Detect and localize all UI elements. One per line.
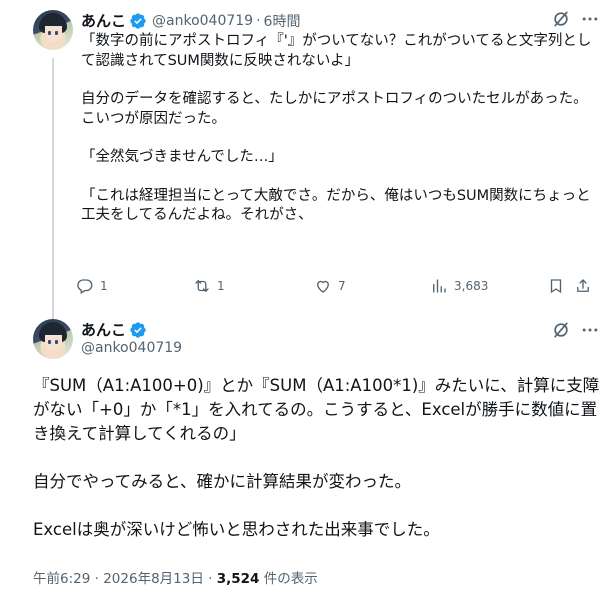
- tweet-paragraph: Excelは奥が深いけど怖いと思わされた出来事でした。: [33, 520, 440, 539]
- display-name[interactable]: あんこ: [81, 10, 126, 31]
- handle[interactable]: @anko040719: [152, 13, 253, 29]
- views-icon: [433, 279, 446, 293]
- more-icon[interactable]: [580, 320, 600, 340]
- tweet-meta: 午前6:29 · 2026年8月13日 · 3,524 件の表示: [33, 567, 318, 587]
- retweet-icon: [195, 280, 209, 292]
- avatar-eye: [55, 31, 58, 35]
- post-time[interactable]: 午前6:29: [33, 571, 90, 587]
- share-button[interactable]: [574, 277, 592, 295]
- separator-dot: ·: [208, 571, 213, 587]
- reply-button[interactable]: 1: [76, 277, 108, 295]
- tweet-text: 『SUM（A1:A100+0)』とか『SUM（A1:A100*1)』みたいに、計…: [33, 374, 603, 542]
- tweet-paragraph: 「これは経理担当にとって大敵でさ。だから、俺はいつもSUM関数にちょっと工夫をし…: [81, 187, 591, 224]
- tweet-paragraph: 『SUM（A1:A100+0)』とか『SUM（A1:A100*1)』みたいに、計…: [33, 376, 600, 443]
- post-date[interactable]: 2026年8月13日: [103, 571, 204, 587]
- view-count: 3,524: [216, 571, 260, 587]
- tweet-header: あんこ: [81, 319, 147, 340]
- separator-dot: ·: [94, 571, 99, 587]
- like-button[interactable]: 7: [314, 277, 346, 295]
- avatar-eye: [48, 340, 51, 344]
- tweet-actions: 1 1 7 3,683: [76, 276, 596, 296]
- verified-badge-icon: [130, 321, 146, 338]
- avatar[interactable]: [33, 10, 73, 50]
- tweet-paragraph: 自分のデータを確認すると、たしかにアポストロフィのついたセルがあった。 こいつが…: [81, 91, 588, 127]
- views-button[interactable]: 3,683: [430, 277, 488, 295]
- timestamp[interactable]: 6時間: [264, 11, 301, 31]
- tweet-header: あんこ @anko040719 · 6時間: [81, 10, 300, 31]
- bookmark-button[interactable]: [547, 277, 565, 295]
- like-icon: [317, 280, 329, 293]
- retweet-count: 1: [217, 279, 225, 293]
- avatar-eye: [55, 340, 58, 344]
- tweet-paragraph: 「数字の前にアポストロフィ『'』がついてない？これがついてると文字列として認識さ…: [81, 33, 592, 69]
- bookmark-icon: [550, 279, 562, 294]
- more-icon[interactable]: [580, 9, 600, 29]
- handle[interactable]: @anko040719: [81, 340, 182, 356]
- avatar-eye: [48, 31, 51, 35]
- verified-badge-icon: [130, 12, 146, 29]
- tweet-paragraph: 「全然気づきませんでした…」: [81, 149, 283, 165]
- thread-line: [52, 58, 54, 320]
- views-label: 件の表示: [263, 571, 318, 587]
- reply-count: 1: [100, 279, 108, 293]
- display-name[interactable]: あんこ: [81, 319, 126, 340]
- retweet-button[interactable]: 1: [193, 277, 225, 295]
- grok-icon[interactable]: [551, 320, 571, 340]
- like-count: 7: [338, 279, 346, 293]
- views-count: 3,683: [454, 279, 489, 293]
- reply-icon: [77, 279, 93, 294]
- avatar[interactable]: [33, 319, 73, 359]
- tweet-text: 「数字の前にアポストロフィ『'』がついてない？これがついてると文字列として認識さ…: [81, 32, 601, 226]
- grok-icon[interactable]: [551, 9, 571, 29]
- separator-dot: ·: [256, 12, 261, 29]
- share-icon: [577, 279, 589, 292]
- tweet-paragraph: 自分でやってみると、確かに計算結果が変わった。: [33, 472, 412, 491]
